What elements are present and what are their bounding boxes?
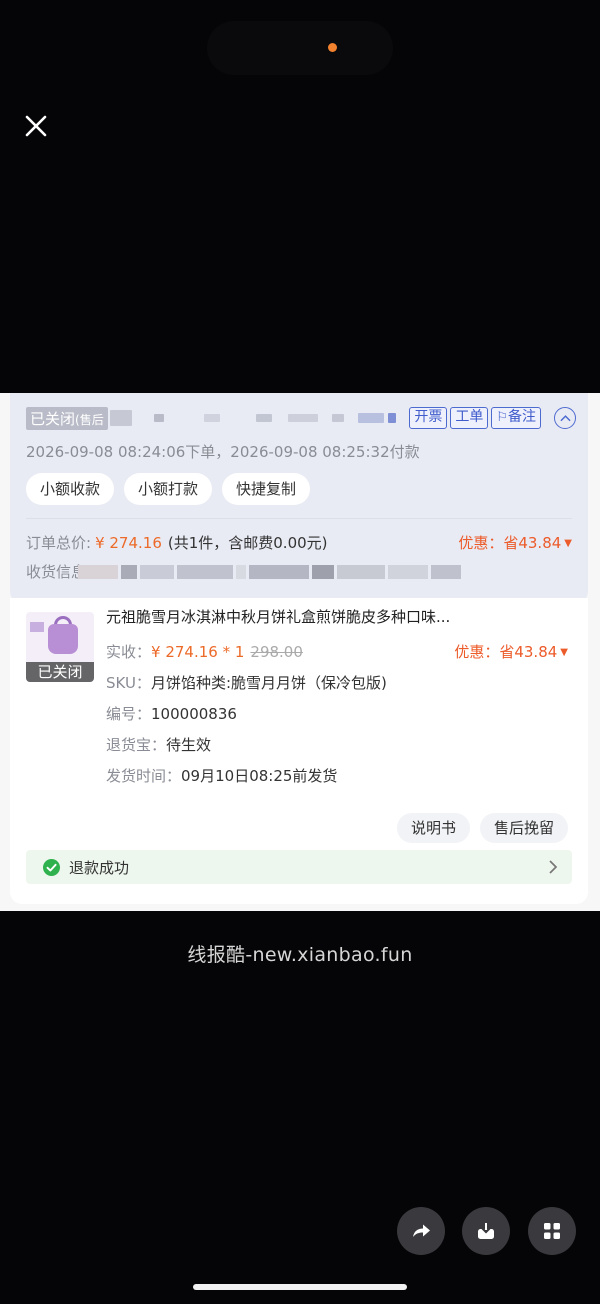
redacted-text [287,414,318,422]
redacted-text [331,414,344,422]
item-discount[interactable]: 优惠：省43.84 ▼ [454,641,568,662]
redacted-text [203,414,220,422]
aftersale-retain-button[interactable]: 售后挽留 [479,813,568,843]
total-label: 订单总价: [26,534,92,552]
home-indicator[interactable] [193,1284,407,1290]
caret-down-icon: ▼ [560,647,568,658]
ship-line: 发货时间：09月10日08:25前发货 [106,767,338,785]
order-time-line: 2026-09-08 08:24:06下单，2026-09-08 08:25:3… [26,443,420,461]
header-actions: 开票 工单 ⚐备注 [409,407,576,429]
small-collect-button[interactable]: 小额收款 [26,473,115,505]
refund-status-bar[interactable]: 退款成功 [26,850,572,884]
total-price: ¥ 274.16 [95,534,162,552]
redacted-text [109,410,132,426]
order-item-card: 已关闭 元祖脆雪月冰淇淋中秋月饼礼盒煎饼脆皮多种口味... 实收：¥ 274.1… [10,598,588,904]
sku-line: SKU：月饼馅种类:脆雪月月饼（保冷包版) [106,674,387,692]
check-circle-icon [43,859,60,876]
close-icon[interactable] [22,112,50,140]
dynamic-island [207,21,393,75]
return-line: 退货宝：待生效 [106,736,212,754]
more-button[interactable] [528,1207,576,1255]
item-actions: 说明书 售后挽留 [396,813,568,843]
divider [26,518,572,519]
refund-status-text: 退款成功 [69,859,130,877]
code-line: 编号：100000836 [106,705,237,723]
code-value: 100000836 [151,705,237,723]
redacted-text [357,413,384,423]
paid-value: ¥ 274.16 * 1 [151,643,245,661]
quick-actions: 小额收款 小额打款 快捷复制 [26,473,311,505]
flag-icon: ⚐ [496,410,508,425]
redacted-text [255,414,272,422]
paid-line: 实收：¥ 274.16 * 1 298.00 [106,643,303,661]
camera-indicator [328,43,337,52]
status-badge: 已关闭(售后 [26,406,108,430]
address-label: 收货信息 [26,563,87,581]
download-icon [478,1221,494,1239]
collapse-up-icon[interactable] [554,407,576,429]
small-pay-button[interactable]: 小额打款 [124,473,213,505]
caret-down-icon: ▼ [564,538,572,549]
closed-badge: 已关闭 [26,662,94,682]
remark-button[interactable]: ⚐备注 [491,407,541,429]
total-info: (共1件，含邮费0.00元) [167,534,328,552]
order-discount[interactable]: 优惠：省43.84 ▼ [458,532,572,553]
ticket-button[interactable]: 工单 [450,407,489,429]
redacted-text [387,413,396,423]
download-button[interactable] [462,1207,510,1255]
return-value: 待生效 [166,736,212,754]
watermark-text: 线报酷-new.xianbao.fun [187,944,413,966]
order-total-row: 订单总价: ¥ 274.16 (共1件，含邮费0.00元) 优惠：省43.84 ▼ [26,532,572,554]
invoice-button[interactable]: 开票 [409,407,448,429]
quick-copy-button[interactable]: 快捷复制 [222,473,311,505]
ship-value: 09月10日08:25前发货 [181,767,338,785]
product-title[interactable]: 元祖脆雪月冰淇淋中秋月饼礼盒煎饼脆皮多种口味... [106,606,576,627]
status-row: 已关闭(售后 [26,406,396,430]
order-header-card: 已关闭(售后 开票 工单 ⚐备注 2026-09-08 08:24:06下单，2… [10,393,588,605]
share-icon [413,1224,430,1237]
screenshot-preview: 已关闭(售后 开票 工单 ⚐备注 2026-09-08 08:24:06下单，2… [0,393,600,911]
redacted-text [153,414,164,422]
product-image[interactable]: 已关闭 [26,612,94,682]
share-button[interactable] [397,1207,445,1255]
chevron-right-icon [546,858,560,876]
original-price: 298.00 [250,643,303,661]
sku-value: 月饼馅种类:脆雪月月饼（保冷包版) [150,674,387,692]
grid-icon [544,1223,560,1239]
redacted-address [78,565,461,579]
manual-button[interactable]: 说明书 [396,813,470,843]
address-row: 收货信息 [26,561,572,583]
